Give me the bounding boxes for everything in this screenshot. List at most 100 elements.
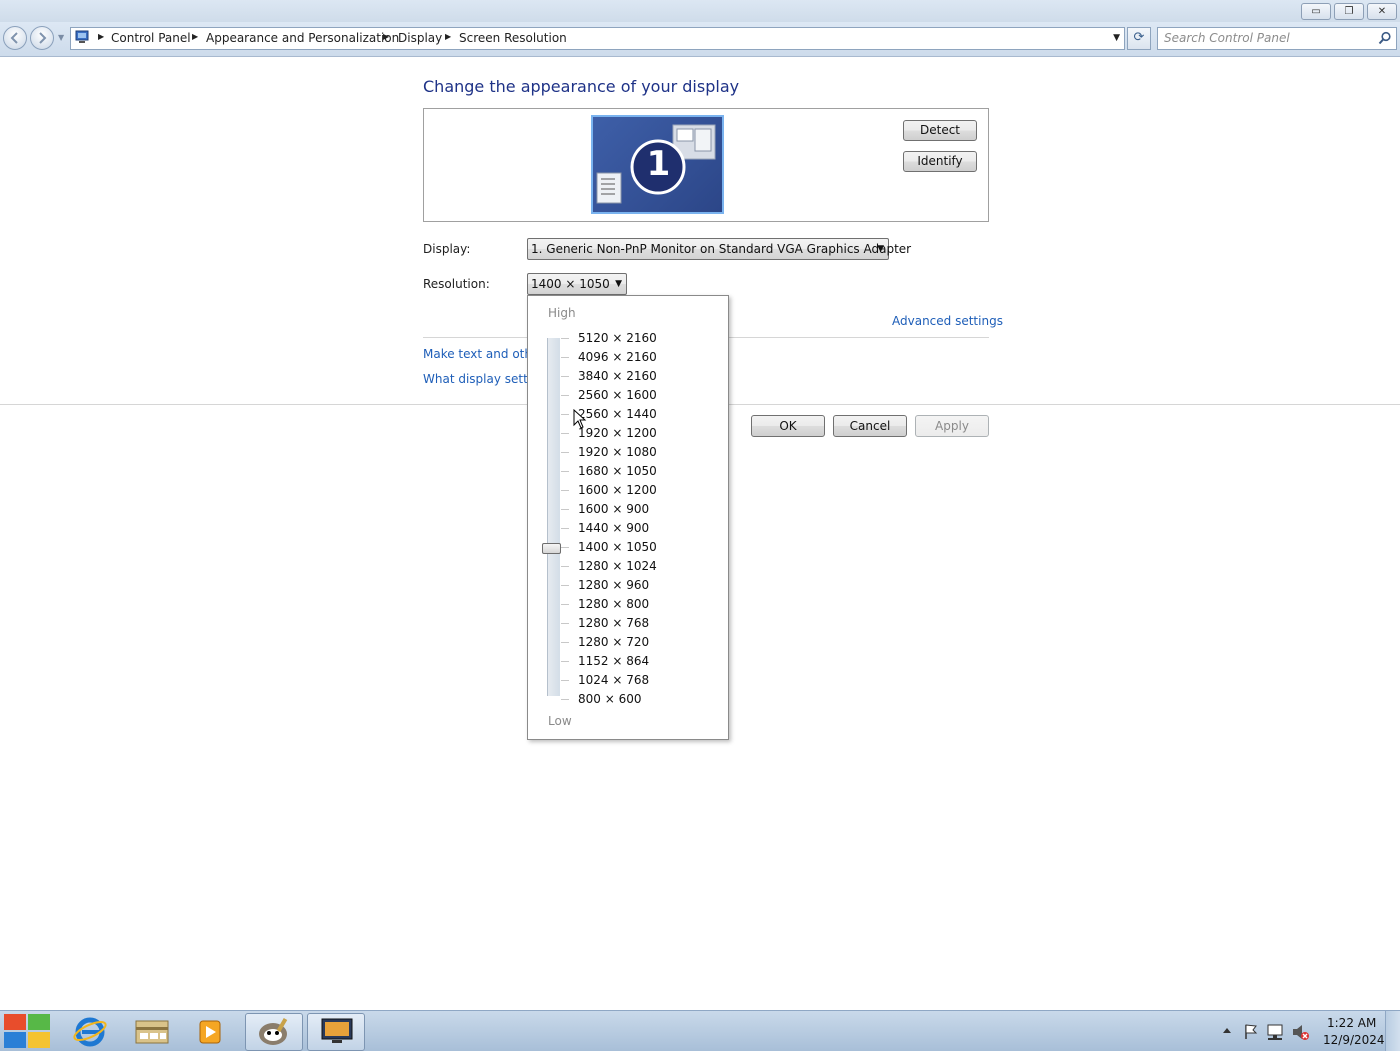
back-button[interactable]	[3, 26, 27, 50]
taskbar-internet-explorer[interactable]	[62, 1013, 118, 1049]
resolution-option[interactable]: 1680 × 1050	[578, 462, 657, 480]
taskbar: 1:22 AM 12/9/2024	[0, 1010, 1400, 1051]
search-input[interactable]	[1164, 31, 1364, 45]
slider-tick	[561, 623, 569, 624]
monitor-number: 1	[646, 144, 671, 184]
breadcrumb-separator[interactable]: ▶	[192, 32, 198, 41]
slider-tick	[561, 661, 569, 662]
resolution-option[interactable]: 3840 × 2160	[578, 367, 657, 385]
minimize-button[interactable]: ▭	[1301, 3, 1331, 20]
taskbar-gimp[interactable]	[245, 1013, 303, 1051]
cancel-button[interactable]: Cancel	[833, 415, 907, 437]
detect-button[interactable]: Detect	[903, 120, 977, 141]
resolution-option[interactable]: 800 × 600	[578, 690, 642, 708]
resolution-select-value: 1400 × 1050	[531, 277, 610, 291]
resolution-option[interactable]: 1920 × 1200	[578, 424, 657, 442]
close-button[interactable]: ✕	[1367, 3, 1397, 20]
monitor-arrangement-panel: 1 Detect Identify	[423, 108, 989, 222]
resolution-option[interactable]: 1280 × 768	[578, 614, 649, 632]
network-icon[interactable]	[1267, 1024, 1283, 1040]
resolution-option[interactable]: 2560 × 1600	[578, 386, 657, 404]
taskbar-display-settings[interactable]	[307, 1013, 365, 1051]
taskbar-windows-explorer[interactable]	[124, 1013, 180, 1049]
media-player-icon	[199, 1020, 221, 1044]
breadcrumb-separator[interactable]: ▶	[383, 32, 389, 41]
slider-tick	[561, 585, 569, 586]
resolution-option[interactable]: 1600 × 900	[578, 500, 649, 518]
resolution-dropdown[interactable]: High 5120 × 2160 4096 × 2160 3840 × 2160 25…	[527, 295, 729, 740]
address-dropdown-button[interactable]: ▼	[1113, 33, 1120, 43]
resolution-option[interactable]: 1400 × 1050	[578, 538, 657, 556]
start-button[interactable]	[0, 1011, 56, 1051]
forward-button[interactable]	[30, 26, 54, 50]
resolution-option[interactable]: 1280 × 1024	[578, 557, 657, 575]
resolution-option[interactable]: 1280 × 960	[578, 576, 649, 594]
resolution-option[interactable]: 5120 × 2160	[578, 329, 657, 347]
resolution-option[interactable]: 1280 × 720	[578, 633, 649, 651]
resolution-option[interactable]: 1152 × 864	[578, 652, 649, 670]
slider-tick	[561, 566, 569, 567]
slider-tick	[561, 433, 569, 434]
resolution-option[interactable]: 1440 × 900	[578, 519, 649, 537]
notification-area	[1218, 1011, 1328, 1051]
resolution-option[interactable]: 2560 × 1440	[578, 405, 657, 423]
breadcrumb-control-panel[interactable]: Control Panel	[111, 31, 191, 45]
slider-tick	[561, 452, 569, 453]
apply-button[interactable]: Apply	[915, 415, 989, 437]
slider-tick	[561, 414, 569, 415]
advanced-settings-link[interactable]: Advanced settings	[892, 314, 1003, 328]
resolution-slider-thumb[interactable]	[542, 543, 561, 554]
display-select-value: 1. Generic Non-PnP Monitor on Standard V…	[531, 242, 912, 256]
breadcrumb-separator[interactable]: ▶	[445, 32, 451, 41]
search-box[interactable]	[1157, 27, 1397, 50]
resolution-option[interactable]: 1920 × 1080	[578, 443, 657, 461]
slider-tick	[561, 642, 569, 643]
slider-tick	[561, 509, 569, 510]
resolution-option[interactable]: 1280 × 800	[578, 595, 649, 613]
restore-button[interactable]: ❐	[1334, 3, 1364, 20]
resolution-slider-track[interactable]	[547, 338, 560, 696]
control-panel-icon	[75, 30, 89, 43]
monitor-1-tile[interactable]: 1	[591, 115, 724, 214]
resolution-label: Resolution:	[423, 277, 490, 291]
breadcrumb-separator[interactable]: ▶	[98, 32, 104, 41]
show-hidden-icons[interactable]	[1223, 1028, 1231, 1033]
breadcrumb-appearance[interactable]: Appearance and Personalization	[206, 31, 399, 45]
action-center-flag-icon[interactable]	[1245, 1024, 1258, 1039]
identify-button[interactable]: Identify	[903, 151, 977, 172]
refresh-icon: ⟳	[1133, 30, 1145, 45]
slider-tick	[561, 490, 569, 491]
search-icon[interactable]	[1378, 31, 1392, 45]
breadcrumb-screen-resolution[interactable]: Screen Resolution	[459, 31, 567, 45]
tray-icons	[1223, 1024, 1309, 1040]
ok-button[interactable]: OK	[751, 415, 825, 437]
back-arrow-icon	[10, 32, 18, 44]
slider-tick	[561, 376, 569, 377]
navigation-bar: ▼ ▶ Control Panel ▶ Appearance and Perso…	[0, 22, 1400, 57]
mouse-cursor-icon	[573, 409, 587, 429]
slider-tick	[561, 471, 569, 472]
refresh-button[interactable]: ⟳	[1127, 27, 1151, 50]
show-desktop-button[interactable]	[1385, 1011, 1400, 1051]
recent-pages-dropdown[interactable]: ▼	[58, 33, 64, 42]
chevron-down-icon: ▼	[615, 279, 622, 289]
forward-arrow-icon	[39, 32, 47, 44]
window-title-bar: ▭ ❐ ✕	[0, 0, 1400, 22]
internet-explorer-icon	[73, 1017, 107, 1047]
resolution-option[interactable]: 4096 × 2160	[578, 348, 657, 366]
resolution-option[interactable]: 1024 × 768	[578, 671, 649, 689]
breadcrumb-display[interactable]: Display	[398, 31, 442, 45]
slider-tick	[561, 604, 569, 605]
slider-tick	[561, 699, 569, 700]
display-label: Display:	[423, 242, 471, 256]
resolution-select[interactable]: 1400 × 1050 ▼	[527, 273, 627, 295]
display-select[interactable]: 1. Generic Non-PnP Monitor on Standard V…	[527, 238, 911, 260]
low-label: Low	[548, 714, 572, 728]
address-bar[interactable]: ▶ Control Panel ▶ Appearance and Persona…	[70, 27, 1125, 50]
taskbar-media-player[interactable]	[182, 1013, 238, 1049]
clock-time[interactable]: 1:22 AM	[1327, 1016, 1376, 1030]
clock-date[interactable]: 12/9/2024	[1323, 1033, 1385, 1047]
volume-muted-icon[interactable]	[1293, 1025, 1309, 1040]
slider-tick	[561, 395, 569, 396]
resolution-option[interactable]: 1600 × 1200	[578, 481, 657, 499]
